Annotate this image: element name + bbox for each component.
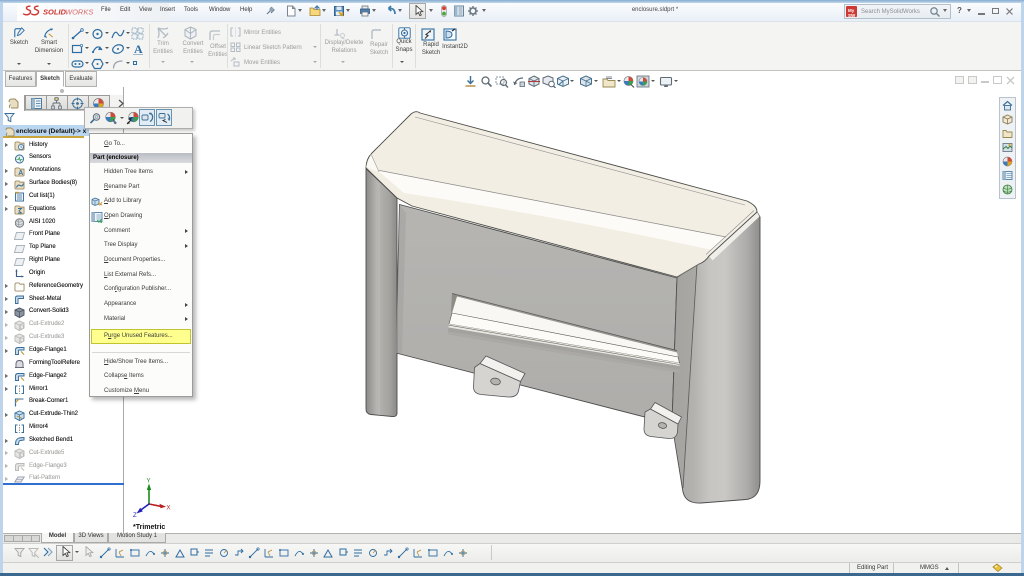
svg-text:A: A	[134, 42, 143, 55]
svg-text:A: A	[18, 170, 23, 177]
svg-text:SOLID: SOLID	[43, 8, 67, 17]
svg-text:Y: Y	[147, 479, 151, 485]
svg-text:X: X	[167, 506, 171, 512]
svg-text:Z: Z	[133, 513, 137, 518]
svg-text:WORKS: WORKS	[65, 8, 93, 17]
